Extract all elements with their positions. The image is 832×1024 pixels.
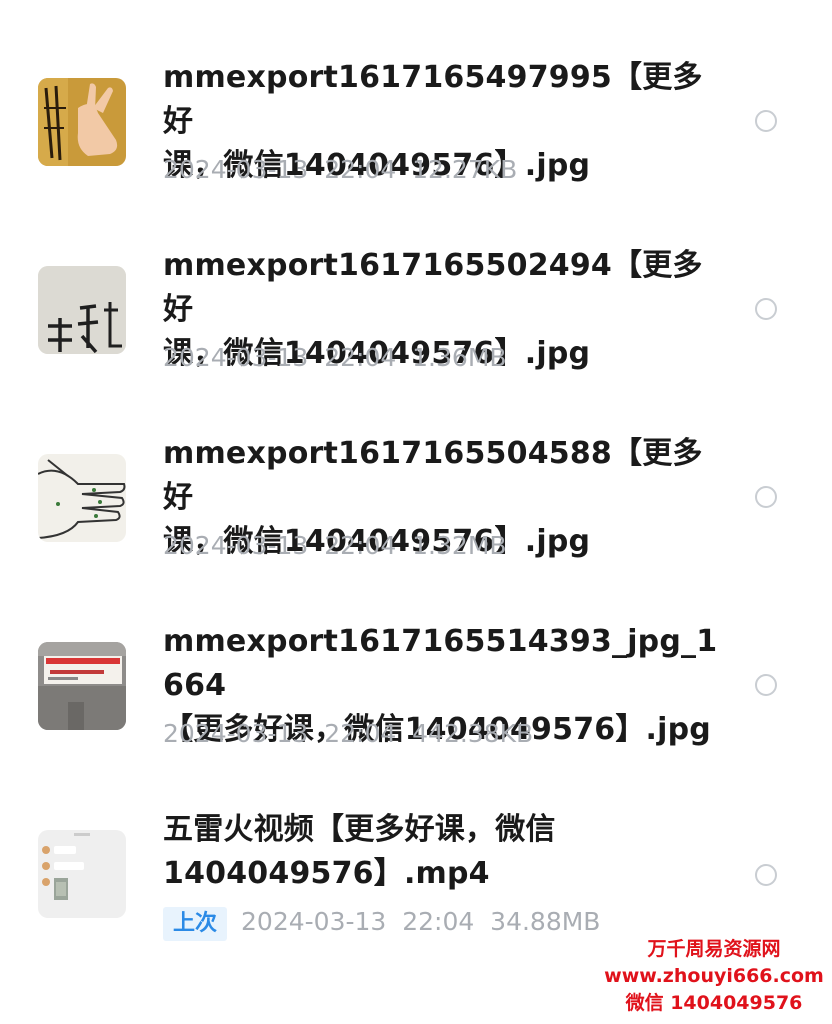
file-date: 2024-03-13 [163, 531, 309, 560]
file-meta: 2024-03-13 22:04 1.36MB [163, 341, 507, 375]
hand-drawing-thumbnail [38, 454, 126, 542]
file-time: 22:04 [402, 907, 475, 936]
file-name: 五雷火视频【更多好课，微信 1404049576】.mp4 [163, 812, 556, 891]
watermark-title: 万千周易资源网 [647, 938, 781, 960]
file-meta: 2024-03-13 22:04 442.38KB [163, 717, 533, 751]
select-radio[interactable] [755, 864, 777, 886]
calligraphy-thumbnail [38, 266, 126, 354]
file-meta: 2024-03-13 22:04 1.32MB [163, 529, 507, 563]
select-radio[interactable] [755, 674, 777, 696]
watermark: 万千周易资源网 www.zhouyi666.com 微信 1404049576 [604, 936, 824, 1017]
file-time: 22:04 [324, 155, 397, 184]
file-size: 34.88MB [490, 907, 601, 936]
file-date: 2024-03-13 [163, 719, 309, 748]
file-item[interactable]: mmexport1617165497995【更多好 课，微信1404049576】… [0, 20, 832, 208]
watermark-url: www.zhouyi666.com [604, 965, 824, 987]
file-list: mmexport1617165497995【更多好 课，微信1404049576】… [0, 0, 832, 1024]
file-meta: 2024-03-13 22:04 12.27KB [163, 153, 517, 187]
file-date: 2024-03-13 [163, 343, 309, 372]
hand-gesture-thumbnail [38, 78, 126, 166]
file-item[interactable]: 五雷火视频【更多好课，微信 1404049576】.mp4 上次 2024-03-1… [0, 772, 832, 960]
file-size: 1.32MB [412, 531, 507, 560]
file-size: 12.27KB [412, 155, 518, 184]
file-item[interactable]: mmexport1617165514393_jpg_1664 【更多好课，微信14… [0, 584, 832, 772]
file-item[interactable]: mmexport1617165504588【更多好 课，微信1404049576】… [0, 396, 832, 584]
file-time: 22:04 [324, 719, 397, 748]
file-date: 2024-03-13 [241, 907, 387, 936]
file-size: 1.36MB [412, 343, 507, 372]
select-radio[interactable] [755, 486, 777, 508]
select-radio[interactable] [755, 298, 777, 320]
file-time: 22:04 [324, 343, 397, 372]
file-date: 2024-03-13 [163, 155, 309, 184]
watermark-contact: 微信 1404049576 [625, 992, 803, 1014]
file-meta: 上次 2024-03-13 22:04 34.88MB [163, 905, 600, 941]
banner-photo-thumbnail [38, 642, 126, 730]
chat-screenshot-thumbnail [38, 830, 126, 918]
file-item[interactable]: mmexport1617165502494【更多好 课，微信1404049576】… [0, 208, 832, 396]
select-radio[interactable] [755, 110, 777, 132]
file-time: 22:04 [324, 531, 397, 560]
file-size: 442.38KB [412, 719, 534, 748]
last-opened-badge: 上次 [163, 907, 228, 941]
